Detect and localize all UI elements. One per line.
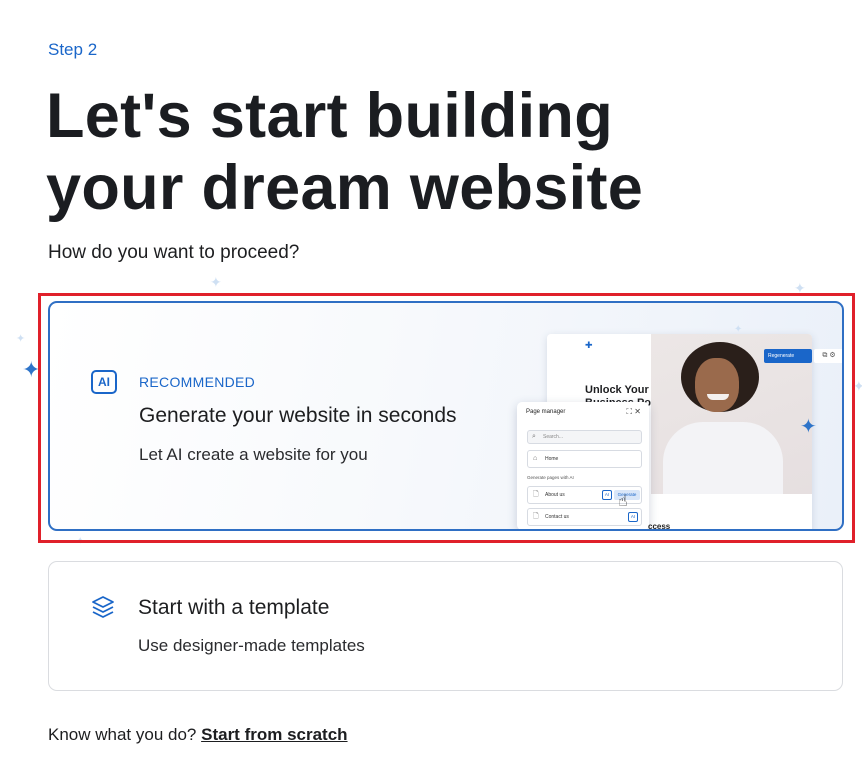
sparkle-icon: ✦ (800, 416, 817, 438)
page-icon: 🗋 (533, 513, 539, 520)
template-option-title: Start with a template (138, 596, 330, 619)
expand-close-icon: ⛶ ✕ (626, 407, 641, 416)
search-icon: ⌕ (532, 433, 536, 440)
preview-bottom-text: ccess (648, 522, 671, 531)
sparkle-icon: ✦ (734, 324, 743, 335)
footer-text: Know what you do? (48, 725, 202, 744)
sparkle-icon: ✦ (210, 274, 222, 290)
footer-prompt: Know what you do? Start from scratch (48, 725, 348, 745)
start-with-template-option[interactable]: Start with a template Use designer-made … (48, 561, 843, 691)
cursor-icon: ☝ (618, 493, 628, 510)
generate-pages-label: Generate pages with AI (527, 475, 574, 480)
page-search-field: ⌕ Search... (527, 430, 642, 444)
generate-with-ai-option[interactable]: AI RECOMMENDED Generate your website in … (48, 301, 844, 531)
start-from-scratch-link[interactable]: Start from scratch (201, 725, 347, 744)
regenerate-chip: Regenerate (764, 349, 812, 363)
layers-icon (92, 596, 114, 618)
ai-icon: AI (91, 370, 117, 394)
question-text: How do you want to proceed? (48, 242, 300, 263)
ai-chip: AI (628, 512, 638, 522)
page-manager-title: Page manager (526, 409, 566, 415)
sparkle-icon: ✦ (16, 333, 26, 345)
step-label: Step 2 (48, 40, 98, 59)
page-manager-panel: Page manager ⛶ ✕ ⌕ Search... ⌂ Home Gene… (517, 402, 649, 529)
ai-chip: AI (602, 490, 612, 500)
home-icon: ⌂ (533, 455, 538, 462)
preview-tools-icon: ⧉ ⚙ (814, 349, 842, 363)
page-row-home: ⌂ Home (527, 450, 642, 468)
page-icon: 🗋 (533, 491, 539, 498)
logo-icon: ✚ (585, 340, 593, 350)
ai-option-title: Generate your website in seconds (139, 404, 457, 427)
template-option-subtitle: Use designer-made templates (138, 636, 365, 655)
ai-option-subtitle: Let AI create a website for you (139, 445, 368, 464)
recommended-badge: RECOMMENDED (139, 374, 256, 390)
page-title: Let's start building your dream website (46, 81, 644, 223)
